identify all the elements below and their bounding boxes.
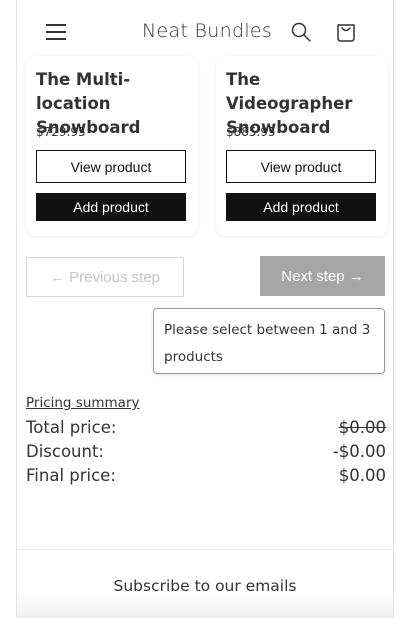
product-card: The Multi-location Snowboard $729.95 Vie… [26,56,198,236]
final-price-row: Final price: $0.00 [26,464,386,488]
pricing-summary-title: Pricing summary [26,395,140,411]
next-step-button[interactable]: Next step → [260,256,385,296]
view-product-button[interactable]: View product [226,150,376,183]
cart-icon[interactable] [333,19,359,45]
price-value: $0.00 [338,466,386,485]
product-price: $885.95 [226,125,276,139]
add-product-button[interactable]: Add product [226,193,376,221]
discount-row: Discount: -$0.00 [26,440,386,464]
previous-step-button[interactable]: ← Previous step [26,257,184,297]
brand-logo[interactable]: Neat Bundles [142,20,272,42]
price-label: Total price: [26,418,117,437]
footer-divider [17,549,393,550]
price-label: Final price: [26,466,116,485]
pricing-summary: Pricing summary Total price: $0.00 Disco… [26,395,386,488]
search-icon[interactable] [289,20,313,44]
price-value: $0.00 [338,418,386,437]
product-price: $729.95 [36,125,86,139]
page-frame: Neat Bundles The Multi-location Snowboar… [16,0,394,618]
total-price-row: Total price: $0.00 [26,416,386,440]
bottom-shade [17,592,393,618]
price-value: -$0.00 [332,442,386,461]
selection-tooltip: Please select between 1 and 3 products [153,308,385,374]
price-label: Discount: [26,442,104,461]
product-card: The Videographer Snowboard $885.95 View … [216,56,388,236]
add-product-button[interactable]: Add product [36,193,186,221]
view-product-button[interactable]: View product [36,150,186,183]
hamburger-menu-icon[interactable] [44,20,68,44]
